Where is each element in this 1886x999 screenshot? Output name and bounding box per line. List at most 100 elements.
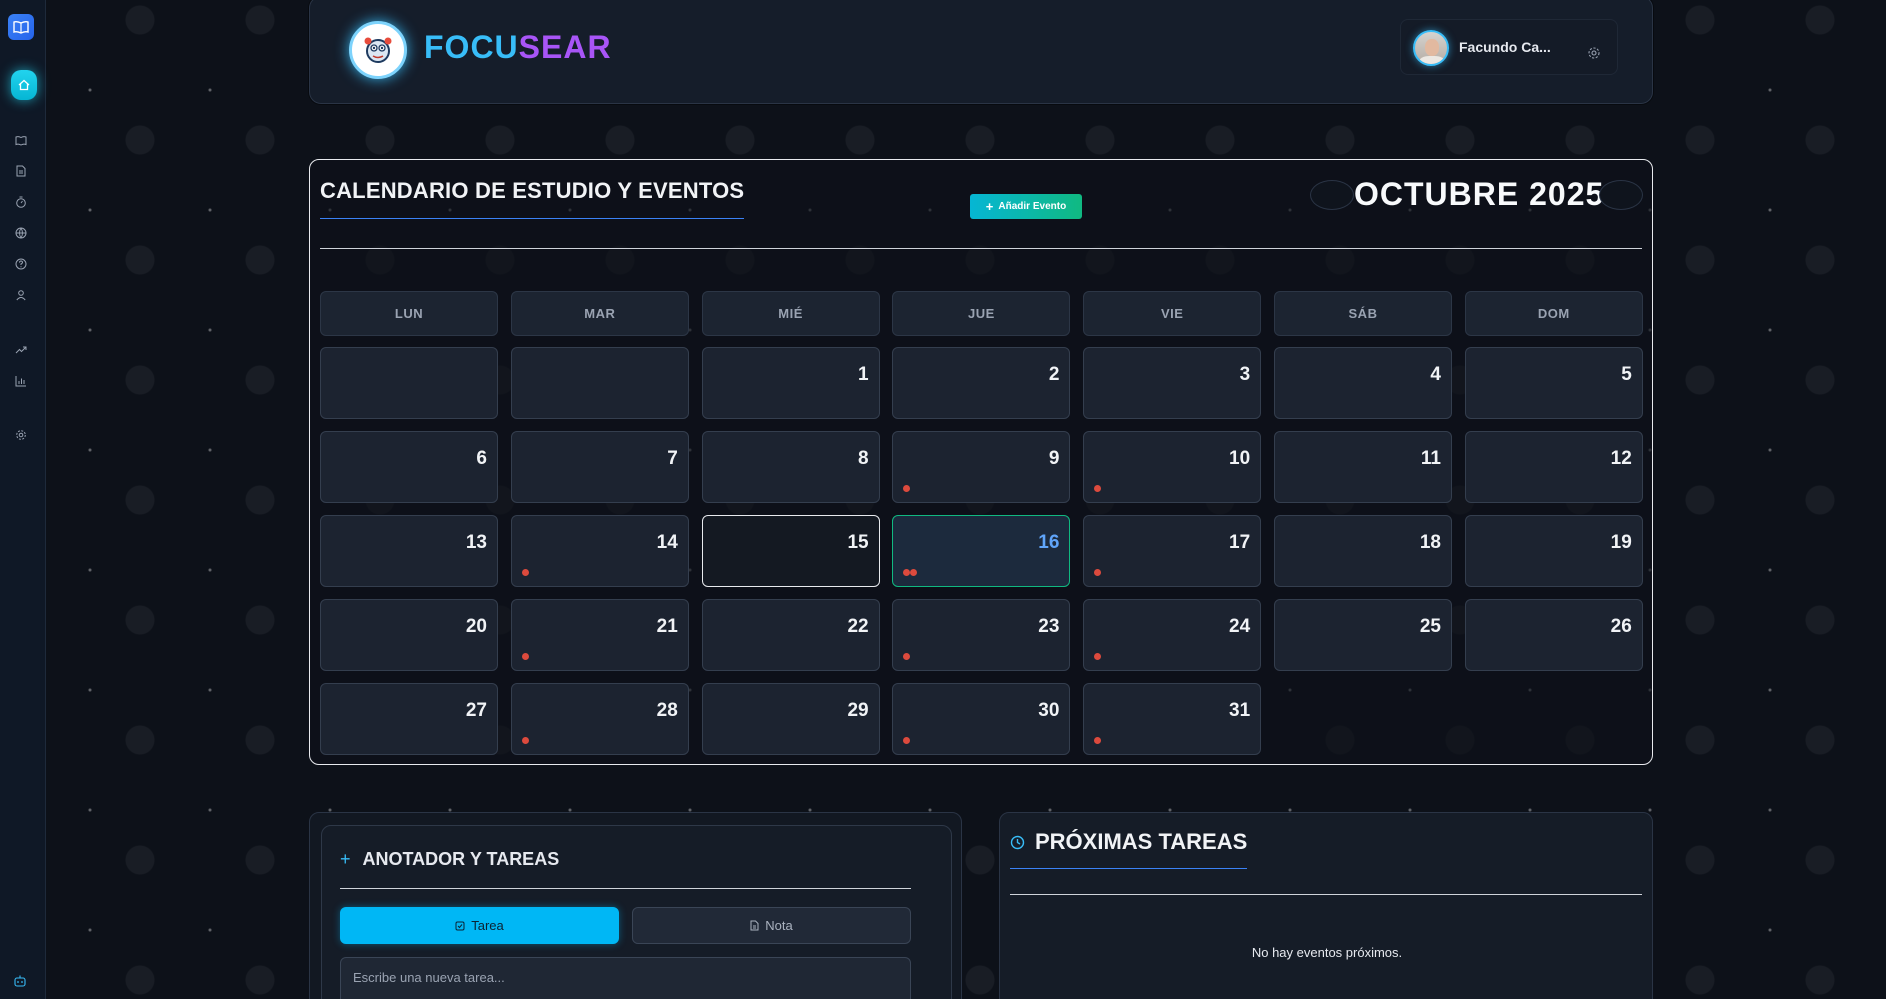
notes-title: + ANOTADOR Y TAREAS <box>340 849 560 869</box>
day-cell[interactable]: 2 <box>892 347 1071 419</box>
trending-up-icon[interactable] <box>13 342 29 358</box>
app-logo <box>349 21 407 79</box>
day-cell[interactable]: 5 <box>1464 347 1643 419</box>
day-number: 19 <box>1610 532 1632 553</box>
weekday-header: DOM <box>1464 291 1643 336</box>
day-number: 21 <box>656 616 678 637</box>
day-cell[interactable]: 4 <box>1274 347 1452 419</box>
day-number: 1 <box>858 364 869 385</box>
day-number: 31 <box>1229 700 1251 721</box>
next-month-button[interactable] <box>1599 180 1643 210</box>
notes-panel: + ANOTADOR Y TAREAS Tarea Nota Escribe u… <box>309 812 962 999</box>
day-cell[interactable]: 27 <box>320 683 498 755</box>
user-icon[interactable] <box>13 287 29 303</box>
day-cell[interactable]: 3 <box>1083 347 1262 419</box>
day-number: 28 <box>656 700 678 721</box>
day-cell[interactable]: 16 <box>892 515 1071 587</box>
day-cell[interactable]: 21 <box>510 599 689 671</box>
document-icon[interactable] <box>13 163 29 179</box>
document-icon <box>750 920 759 931</box>
day-cell[interactable]: 8 <box>701 431 880 503</box>
day-cell[interactable]: 1 <box>701 347 880 419</box>
day-cell[interactable]: 30 <box>892 683 1071 755</box>
day-number: 17 <box>1229 532 1251 553</box>
prev-month-button[interactable] <box>1310 180 1354 210</box>
day-number: 26 <box>1610 616 1632 637</box>
day-cell[interactable]: 29 <box>701 683 880 755</box>
event-dot <box>521 569 529 576</box>
day-number: 8 <box>858 448 869 469</box>
day-number: 13 <box>465 532 487 553</box>
divider <box>340 888 911 889</box>
bar-chart-icon[interactable] <box>13 373 29 389</box>
event-dot <box>903 569 911 576</box>
event-dot <box>1094 737 1102 744</box>
day-cell[interactable]: 31 <box>1083 683 1262 755</box>
new-task-input[interactable]: Escribe una nueva tarea... <box>340 957 911 999</box>
month-label: OCTUBRE 2025 <box>1354 176 1605 212</box>
day-number: 20 <box>465 616 487 637</box>
day-cell[interactable]: 24 <box>1083 599 1262 671</box>
help-icon[interactable] <box>13 256 29 272</box>
day-cell[interactable]: 20 <box>320 599 498 671</box>
day-number: 25 <box>1419 616 1441 637</box>
weekday-header: JUE <box>892 291 1071 336</box>
weekday-header: LUN <box>320 291 498 336</box>
day-cell[interactable]: 22 <box>701 599 880 671</box>
divider <box>320 248 1642 249</box>
day-cell[interactable]: 9 <box>892 431 1071 503</box>
home-icon[interactable] <box>11 70 37 100</box>
user-menu[interactable]: Facundo Ca... <box>1400 19 1618 75</box>
day-cell[interactable]: 7 <box>510 431 689 503</box>
event-dot <box>903 737 911 744</box>
day-number: 12 <box>1610 448 1632 469</box>
event-dot <box>1094 485 1102 492</box>
day-cell[interactable]: 26 <box>1464 599 1643 671</box>
day-cell[interactable]: 12 <box>1464 431 1643 503</box>
day-number: 27 <box>465 700 487 721</box>
day-cell[interactable]: 17 <box>1083 515 1262 587</box>
avatar[interactable] <box>1413 30 1449 66</box>
event-dot <box>910 569 918 576</box>
empty-day-cell[interactable] <box>320 347 498 419</box>
tab-note[interactable]: Nota <box>632 907 911 944</box>
day-number: 11 <box>1420 448 1441 469</box>
brand-name: FOCUSEAR <box>424 29 612 65</box>
day-cell[interactable]: 19 <box>1464 515 1643 587</box>
day-cell[interactable]: 6 <box>320 431 498 503</box>
day-cell[interactable]: 18 <box>1274 515 1452 587</box>
weekday-header: MAR <box>510 291 689 336</box>
add-event-button[interactable]: + Añadir Evento <box>970 194 1082 219</box>
globe-icon[interactable] <box>13 225 29 241</box>
event-dot <box>521 737 529 744</box>
day-cell[interactable]: 28 <box>510 683 689 755</box>
day-cell[interactable]: 25 <box>1274 599 1452 671</box>
event-dot <box>1094 653 1102 660</box>
upcoming-panel: PRÓXIMAS TAREAS No hay eventos próximos. <box>999 812 1653 999</box>
day-number: 24 <box>1229 616 1251 637</box>
checkbox-icon <box>455 921 465 930</box>
day-number: 9 <box>1048 448 1060 469</box>
day-number: 15 <box>847 532 869 553</box>
weekday-header: VIE <box>1083 291 1262 336</box>
day-cell[interactable]: 23 <box>892 599 1071 671</box>
settings-icon[interactable] <box>13 427 29 443</box>
day-cell[interactable]: 15 <box>701 515 880 587</box>
timer-icon[interactable] <box>13 194 29 210</box>
gear-icon[interactable] <box>1587 46 1601 60</box>
open-book-icon[interactable] <box>13 132 29 148</box>
day-cell[interactable]: 13 <box>320 515 498 587</box>
plus-icon: + <box>985 199 994 214</box>
event-dot <box>521 653 529 660</box>
bot-icon[interactable] <box>13 974 29 990</box>
day-cell[interactable]: 11 <box>1274 431 1452 503</box>
day-cell[interactable]: 14 <box>510 515 689 587</box>
empty-state-text: No hay eventos próximos. <box>1251 945 1403 960</box>
day-number: 6 <box>476 448 487 469</box>
tab-task[interactable]: Tarea <box>340 907 619 944</box>
book-icon[interactable] <box>8 14 34 40</box>
user-name: Facundo Ca... <box>1459 39 1551 55</box>
empty-day-cell[interactable] <box>510 347 689 419</box>
day-cell[interactable]: 10 <box>1083 431 1262 503</box>
day-number: 4 <box>1430 364 1441 385</box>
